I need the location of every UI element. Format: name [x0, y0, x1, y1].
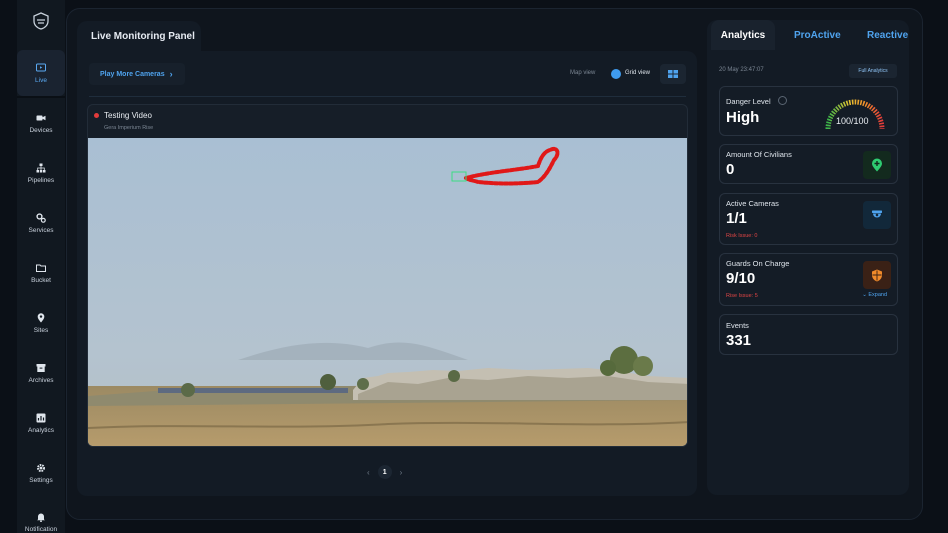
civilian-pin-icon [863, 151, 891, 179]
grid-view-radio[interactable] [611, 69, 621, 79]
sidebar-label-services: Services [28, 226, 54, 234]
map-view-toggle[interactable]: Map view [570, 70, 595, 76]
toolbar-divider [89, 96, 686, 97]
archive-icon [36, 363, 46, 372]
sidebar-item-sites[interactable]: Sites [17, 300, 65, 346]
sidebar-label-pipelines: Pipelines [27, 176, 55, 184]
sidebar-label-sites: Sites [33, 326, 49, 334]
play-more-cameras-button[interactable]: Play More Cameras › [89, 63, 185, 85]
sidebar-label-archives: Archives [28, 376, 54, 384]
tv-icon [36, 63, 46, 71]
danger-gauge [825, 99, 885, 130]
grid-layout-button[interactable] [660, 64, 686, 84]
gear-icon [37, 463, 45, 472]
tab-proactive[interactable]: ProActive [794, 20, 841, 50]
pipeline-icon [36, 163, 46, 172]
location-pin-icon [37, 312, 45, 322]
sidebar-divider [17, 96, 65, 98]
sidebar-label-analytics: Analytics [27, 426, 54, 434]
guard-shield-icon [863, 261, 891, 289]
chart-icon [36, 413, 46, 422]
sidebar-item-devices[interactable]: Devices [17, 100, 65, 146]
camera-icon [36, 115, 46, 120]
security-camera-icon [863, 201, 891, 229]
sidebar-label-live: Live [35, 76, 47, 84]
grid-layout-icon [668, 70, 678, 78]
bell-icon [37, 513, 45, 522]
live-recording-dot [94, 113, 99, 118]
events-label: Events [726, 321, 749, 330]
events-value: 331 [726, 332, 752, 349]
sidebar-item-notification[interactable]: Notification [17, 500, 65, 533]
pagination: ‹ 1 › [367, 465, 402, 479]
page-number[interactable]: 1 [377, 465, 392, 479]
grid-view-toggle[interactable]: Grid view [625, 70, 650, 76]
expand-label: Expand [868, 292, 887, 298]
sidebar-item-services[interactable]: Services [17, 200, 65, 246]
active-cameras-label: Active Cameras [726, 199, 779, 208]
sidebar-label-notification: Notification [24, 526, 58, 533]
gears-icon [36, 212, 46, 223]
civilians-value: 0 [726, 161, 735, 178]
play-more-cameras-label: Play More Cameras [100, 70, 165, 78]
tab-analytics[interactable]: Analytics [711, 20, 775, 50]
next-page-icon[interactable]: › [400, 468, 403, 477]
video-title: Testing Video [104, 111, 152, 120]
active-cameras-card: Active Cameras 1/1 Risk Issue: 0 [719, 193, 898, 245]
danger-level-value: High [726, 109, 760, 126]
tab-reactive[interactable]: Reactive [867, 20, 908, 50]
video-header: Testing Video Gera Imperium Rise [88, 105, 687, 138]
page-title: Live Monitoring Panel [91, 30, 195, 42]
expand-link[interactable]: ⌄ Expand [862, 292, 887, 298]
shield-logo-icon [33, 12, 49, 30]
guards-label: Guards On Charge [726, 259, 790, 268]
civilians-label: Amount Of Civilians [726, 150, 792, 159]
info-icon[interactable] [778, 96, 787, 105]
folder-icon [36, 264, 46, 272]
full-analytics-button[interactable]: Full Analytics [849, 64, 897, 78]
video-feed[interactable] [88, 138, 688, 447]
civilians-card: Amount Of Civilians 0 [719, 144, 898, 184]
active-cameras-value: 1/1 [726, 210, 747, 227]
guards-rise-issue: Rise Issue: 5 [726, 293, 758, 299]
sidebar-label-devices: Devices [29, 126, 53, 134]
sidebar-item-settings[interactable]: Settings [17, 450, 65, 496]
video-subtitle: Gera Imperium Rise [104, 125, 154, 131]
sidebar-item-live[interactable]: Live [17, 50, 65, 96]
prev-page-icon[interactable]: ‹ [367, 468, 370, 477]
danger-score: 100/100 [836, 116, 869, 126]
analytics-timestamp: 20 May 23:47:07 [719, 67, 764, 73]
sidebar-item-analytics[interactable]: Analytics [17, 400, 65, 446]
video-card[interactable]: Testing Video Gera Imperium Rise [87, 104, 688, 447]
sidebar-item-archives[interactable]: Archives [17, 350, 65, 396]
guards-card: Guards On Charge 9/10 Rise Issue: 5 ⌄ Ex… [719, 253, 898, 306]
camera-risk-issue: Risk Issue: 0 [726, 233, 758, 239]
guards-value: 9/10 [726, 270, 756, 287]
sidebar-label-settings: Settings [29, 476, 53, 484]
danger-level-card: Danger Level High 100/100 [719, 86, 898, 136]
chevron-right-icon: › [169, 69, 173, 79]
sidebar-item-bucket[interactable]: Bucket [17, 250, 65, 296]
sidebar-item-pipelines[interactable]: Pipelines [17, 150, 65, 196]
sidebar-label-bucket: Bucket [31, 276, 51, 284]
events-card: Events 331 [719, 314, 898, 355]
live-monitoring-tab[interactable]: Live Monitoring Panel [77, 21, 201, 51]
danger-level-label: Danger Level [726, 97, 771, 106]
